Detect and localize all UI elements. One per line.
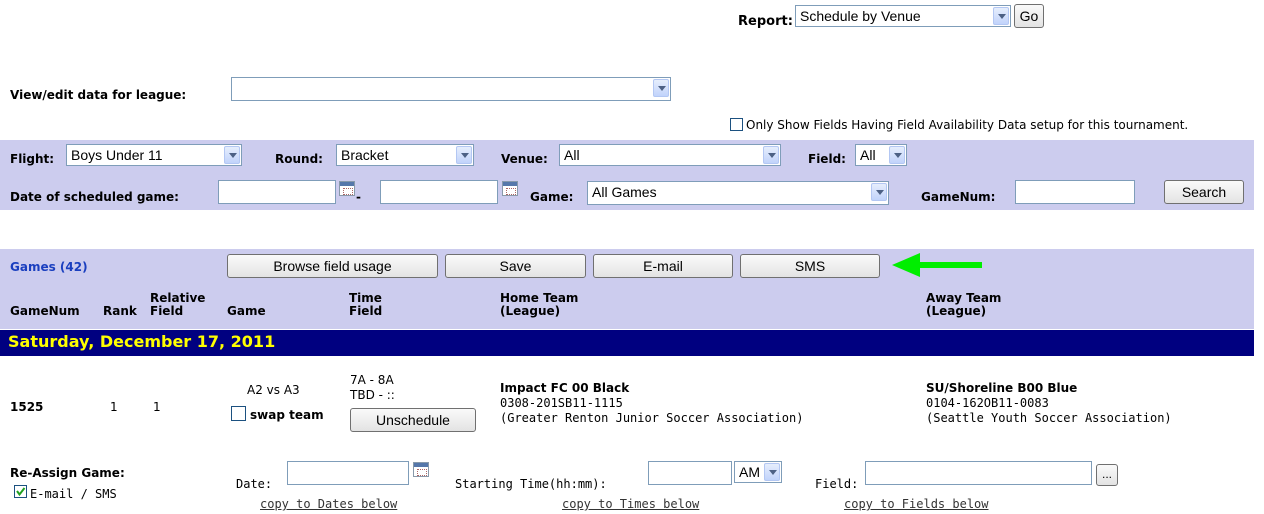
chevron-down-icon <box>224 146 240 164</box>
reassign-field-input[interactable] <box>865 461 1092 485</box>
col-relative-field: Relative Field <box>150 292 205 318</box>
reassign-date-input[interactable] <box>287 461 409 485</box>
field-select[interactable]: All <box>855 144 907 166</box>
date-label: Date of scheduled game: <box>10 190 179 204</box>
report-select-value: Schedule by Venue <box>800 8 921 24</box>
field-label: Field: <box>808 152 846 166</box>
home-team-league: (Greater Renton Junior Soccer Associatio… <box>500 411 804 425</box>
search-button[interactable]: Search <box>1164 180 1244 204</box>
col-home-line2: (League) <box>500 304 561 318</box>
home-team-name: Impact FC 00 Black <box>500 381 630 395</box>
reassign-date-label: Date: <box>236 477 273 491</box>
league-select[interactable] <box>231 77 671 101</box>
col-away-line2: (League) <box>926 304 987 318</box>
chevron-down-icon <box>653 79 669 97</box>
chevron-down-icon <box>763 146 779 164</box>
flight-select[interactable]: Boys Under 11 <box>66 144 242 166</box>
chevron-down-icon <box>993 7 1009 25</box>
copy-to-dates-link[interactable]: copy to Dates below <box>260 497 397 511</box>
email-button[interactable]: E-mail <box>593 254 733 278</box>
gamenum-label: GameNum: <box>921 190 996 204</box>
reassign-field-label: Field: <box>815 477 859 491</box>
col-away-line1: Away Team <box>926 291 1002 305</box>
go-button[interactable]: Go <box>1014 4 1044 28</box>
round-select-value: Bracket <box>341 147 389 163</box>
games-count: Games (42) <box>10 260 88 274</box>
only-show-fields-label: Only Show Fields Having Field Availabili… <box>746 118 1189 132</box>
checkmark-icon <box>16 487 26 497</box>
game-number: 1525 <box>10 400 44 414</box>
chevron-down-icon <box>889 146 905 164</box>
only-show-fields-checkbox[interactable] <box>730 118 743 131</box>
arrow-left-icon <box>892 253 982 277</box>
browse-field-usage-button[interactable]: Browse field usage <box>227 254 438 278</box>
round-label: Round: <box>275 152 323 166</box>
col-time-field: Time Field <box>349 292 382 318</box>
date-to-input[interactable] <box>380 180 498 204</box>
reassign-title: Re-Assign Game: <box>10 466 125 480</box>
report-select[interactable]: Schedule by Venue <box>795 5 1011 27</box>
field-browse-button[interactable]: ... <box>1096 464 1118 486</box>
col-home-team: Home Team (League) <box>500 292 578 318</box>
home-team-code: 0308-201SB11-1115 <box>500 396 623 410</box>
chevron-down-icon <box>764 463 780 481</box>
swap-team-label: swap team <box>250 408 324 422</box>
gamenum-input[interactable] <box>1015 180 1135 204</box>
flight-select-value: Boys Under 11 <box>71 147 163 163</box>
venue-label: Venue: <box>501 152 548 166</box>
date-separator: - <box>356 190 361 204</box>
col-time-line1: Time <box>349 291 382 305</box>
swap-team-checkbox[interactable] <box>231 406 246 421</box>
chevron-down-icon <box>871 183 887 201</box>
game-relative-field: 1 <box>153 400 161 414</box>
ampm-select-value: AM <box>739 464 760 480</box>
date-from-input[interactable] <box>218 180 336 204</box>
away-team-name: SU/Shoreline B00 Blue <box>926 381 1078 395</box>
field-select-value: All <box>860 147 876 163</box>
league-label: View/edit data for league: <box>10 88 187 102</box>
game-select[interactable]: All Games <box>587 181 889 205</box>
copy-to-times-link[interactable]: copy to Times below <box>562 497 699 511</box>
game-field: TBD - :: <box>350 388 395 402</box>
email-sms-checkbox[interactable] <box>14 485 27 498</box>
game-select-value: All Games <box>592 184 657 200</box>
ampm-select[interactable]: AM <box>734 461 782 483</box>
flight-label: Flight: <box>10 152 55 166</box>
venue-select[interactable]: All <box>559 144 781 166</box>
col-relative-line2: Field <box>150 304 184 318</box>
day-header: Saturday, December 17, 2011 <box>0 330 1254 356</box>
away-team-code: 0104-162OB11-0083 <box>926 396 1049 410</box>
reassign-time-input[interactable] <box>648 461 732 485</box>
reassign-time-label: Starting Time(hh:mm): <box>455 477 607 491</box>
save-button[interactable]: Save <box>445 254 586 278</box>
chevron-down-icon <box>456 146 472 164</box>
col-gamenum: GameNum <box>10 304 80 318</box>
report-label: Report: <box>738 14 793 29</box>
game-label: Game: <box>530 190 574 204</box>
game-rank: 1 <box>110 400 118 414</box>
game-matchup: A2 vs A3 <box>247 383 300 397</box>
email-sms-label: E-mail / SMS <box>30 487 117 501</box>
col-relative-line1: Relative <box>150 291 206 305</box>
col-rank: Rank <box>103 304 137 318</box>
venue-select-value: All <box>564 147 580 163</box>
col-home-line1: Home Team <box>500 291 579 305</box>
calendar-icon[interactable] <box>413 462 429 477</box>
unschedule-button[interactable]: Unschedule <box>350 408 476 432</box>
copy-to-fields-link[interactable]: copy to Fields below <box>844 497 989 511</box>
day-header-text: Saturday, December 17, 2011 <box>8 332 276 351</box>
col-time-line2: Field <box>349 304 383 318</box>
col-game: Game <box>227 304 266 318</box>
game-time: 7A - 8A <box>350 373 394 387</box>
sms-button[interactable]: SMS <box>740 254 880 278</box>
calendar-icon[interactable] <box>339 181 355 196</box>
col-away-team: Away Team (League) <box>926 292 1001 318</box>
round-select[interactable]: Bracket <box>336 144 474 166</box>
away-team-league: (Seattle Youth Soccer Association) <box>926 411 1172 425</box>
calendar-icon[interactable] <box>502 181 518 196</box>
